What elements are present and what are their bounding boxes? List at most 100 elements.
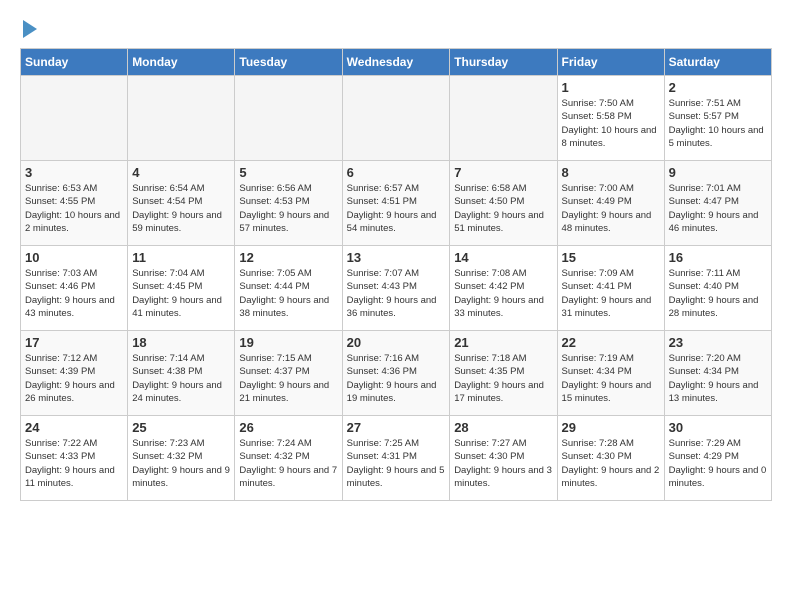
day-info: Sunrise: 7:25 AM Sunset: 4:31 PM Dayligh… xyxy=(347,437,446,490)
calendar-cell: 4 Sunrise: 6:54 AM Sunset: 4:54 PM Daylig… xyxy=(128,161,235,246)
day-info: Sunrise: 7:08 AM Sunset: 4:42 PM Dayligh… xyxy=(454,267,552,320)
calendar-cell: 8Sunrise: 7:00 AM Sunset: 4:49 PM Daylig… xyxy=(557,161,664,246)
day-number: 9 xyxy=(669,165,767,180)
day-info: Sunrise: 7:18 AM Sunset: 4:35 PM Dayligh… xyxy=(454,352,552,405)
column-header-wednesday: Wednesday xyxy=(342,49,450,76)
day-number: 25 xyxy=(132,420,230,435)
calendar-cell xyxy=(128,76,235,161)
day-info: Sunrise: 7:20 AM Sunset: 4:34 PM Dayligh… xyxy=(669,352,767,405)
calendar-cell: 1 Sunrise: 7:50 AM Sunset: 5:58 PM Daylig… xyxy=(557,76,664,161)
calendar-cell: 30 Sunrise: 7:29 AM Sunset: 4:29 PM Dayli… xyxy=(664,416,771,501)
calendar-cell: 28 Sunrise: 7:27 AM Sunset: 4:30 PM Dayli… xyxy=(450,416,557,501)
day-number: 10 xyxy=(25,250,123,265)
day-number: 2 xyxy=(669,80,767,95)
day-number: 13 xyxy=(347,250,446,265)
day-info: Sunrise: 6:56 AM Sunset: 4:53 PM Dayligh… xyxy=(239,182,337,235)
day-number: 5 xyxy=(239,165,337,180)
day-info: Sunrise: 6:53 AM Sunset: 4:55 PM Dayligh… xyxy=(25,182,123,235)
calendar-cell: 2 Sunrise: 7:51 AM Sunset: 5:57 PM Daylig… xyxy=(664,76,771,161)
day-info: Sunrise: 6:54 AM Sunset: 4:54 PM Dayligh… xyxy=(132,182,230,235)
calendar-cell: 27 Sunrise: 7:25 AM Sunset: 4:31 PM Dayli… xyxy=(342,416,450,501)
calendar-cell: 17 Sunrise: 7:12 AM Sunset: 4:39 PM Dayli… xyxy=(21,331,128,416)
calendar-cell: 20 Sunrise: 7:16 AM Sunset: 4:36 PM Dayli… xyxy=(342,331,450,416)
day-info: Sunrise: 7:11 AM Sunset: 4:40 PM Dayligh… xyxy=(669,267,767,320)
day-info: Sunrise: 7:16 AM Sunset: 4:36 PM Dayligh… xyxy=(347,352,446,405)
column-header-monday: Monday xyxy=(128,49,235,76)
day-number: 28 xyxy=(454,420,552,435)
calendar-cell xyxy=(235,76,342,161)
calendar-cell: 25 Sunrise: 7:23 AM Sunset: 4:32 PM Dayli… xyxy=(128,416,235,501)
calendar-cell: 3 Sunrise: 6:53 AM Sunset: 4:55 PM Daylig… xyxy=(21,161,128,246)
calendar-cell xyxy=(342,76,450,161)
calendar-cell: 9 Sunrise: 7:01 AM Sunset: 4:47 PM Daylig… xyxy=(664,161,771,246)
calendar-cell: 26 Sunrise: 7:24 AM Sunset: 4:32 PM Dayli… xyxy=(235,416,342,501)
day-info: Sunrise: 7:03 AM Sunset: 4:46 PM Dayligh… xyxy=(25,267,123,320)
day-number: 27 xyxy=(347,420,446,435)
day-info: Sunrise: 7:09 AM Sunset: 4:41 PM Dayligh… xyxy=(562,267,660,320)
day-number: 7 xyxy=(454,165,552,180)
day-info: Sunrise: 7:07 AM Sunset: 4:43 PM Dayligh… xyxy=(347,267,446,320)
calendar-cell: 24Sunrise: 7:22 AM Sunset: 4:33 PM Dayli… xyxy=(21,416,128,501)
day-number: 3 xyxy=(25,165,123,180)
calendar-cell: 29Sunrise: 7:28 AM Sunset: 4:30 PM Dayli… xyxy=(557,416,664,501)
calendar-cell: 14 Sunrise: 7:08 AM Sunset: 4:42 PM Dayli… xyxy=(450,246,557,331)
column-header-tuesday: Tuesday xyxy=(235,49,342,76)
day-number: 1 xyxy=(562,80,660,95)
column-header-sunday: Sunday xyxy=(21,49,128,76)
day-number: 26 xyxy=(239,420,337,435)
calendar-cell: 22 Sunrise: 7:19 AM Sunset: 4:34 PM Dayli… xyxy=(557,331,664,416)
day-number: 30 xyxy=(669,420,767,435)
logo-arrow-icon xyxy=(23,20,37,38)
day-info: Sunrise: 7:24 AM Sunset: 4:32 PM Dayligh… xyxy=(239,437,337,490)
day-number: 20 xyxy=(347,335,446,350)
calendar-cell: 11Sunrise: 7:04 AM Sunset: 4:45 PM Dayli… xyxy=(128,246,235,331)
calendar-cell: 19 Sunrise: 7:15 AM Sunset: 4:37 PM Dayli… xyxy=(235,331,342,416)
day-number: 21 xyxy=(454,335,552,350)
calendar-week-row: 3 Sunrise: 6:53 AM Sunset: 4:55 PM Daylig… xyxy=(21,161,772,246)
calendar-cell: 13 Sunrise: 7:07 AM Sunset: 4:43 PM Dayli… xyxy=(342,246,450,331)
day-info: Sunrise: 7:51 AM Sunset: 5:57 PM Dayligh… xyxy=(669,97,767,150)
calendar-cell xyxy=(450,76,557,161)
day-number: 6 xyxy=(347,165,446,180)
calendar-cell xyxy=(21,76,128,161)
day-number: 15 xyxy=(562,250,660,265)
day-info: Sunrise: 7:29 AM Sunset: 4:29 PM Dayligh… xyxy=(669,437,767,490)
calendar-cell: 23Sunrise: 7:20 AM Sunset: 4:34 PM Dayli… xyxy=(664,331,771,416)
day-info: Sunrise: 7:04 AM Sunset: 4:45 PM Dayligh… xyxy=(132,267,230,320)
day-number: 12 xyxy=(239,250,337,265)
column-header-thursday: Thursday xyxy=(450,49,557,76)
day-info: Sunrise: 7:27 AM Sunset: 4:30 PM Dayligh… xyxy=(454,437,552,490)
calendar-week-row: 17 Sunrise: 7:12 AM Sunset: 4:39 PM Dayli… xyxy=(21,331,772,416)
day-number: 4 xyxy=(132,165,230,180)
day-info: Sunrise: 7:50 AM Sunset: 5:58 PM Dayligh… xyxy=(562,97,660,150)
calendar-cell: 10 Sunrise: 7:03 AM Sunset: 4:46 PM Dayli… xyxy=(21,246,128,331)
calendar-cell: 12Sunrise: 7:05 AM Sunset: 4:44 PM Dayli… xyxy=(235,246,342,331)
page-header xyxy=(20,20,772,38)
calendar-table: SundayMondayTuesdayWednesdayThursdayFrid… xyxy=(20,48,772,501)
day-info: Sunrise: 7:15 AM Sunset: 4:37 PM Dayligh… xyxy=(239,352,337,405)
logo xyxy=(20,20,37,38)
calendar-cell: 16Sunrise: 7:11 AM Sunset: 4:40 PM Dayli… xyxy=(664,246,771,331)
calendar-cell: 7Sunrise: 6:58 AM Sunset: 4:50 PM Daylig… xyxy=(450,161,557,246)
day-info: Sunrise: 6:57 AM Sunset: 4:51 PM Dayligh… xyxy=(347,182,446,235)
day-info: Sunrise: 7:23 AM Sunset: 4:32 PM Dayligh… xyxy=(132,437,230,490)
calendar-cell: 5 Sunrise: 6:56 AM Sunset: 4:53 PM Daylig… xyxy=(235,161,342,246)
day-info: Sunrise: 7:12 AM Sunset: 4:39 PM Dayligh… xyxy=(25,352,123,405)
day-number: 19 xyxy=(239,335,337,350)
day-number: 22 xyxy=(562,335,660,350)
day-number: 8 xyxy=(562,165,660,180)
day-info: Sunrise: 7:14 AM Sunset: 4:38 PM Dayligh… xyxy=(132,352,230,405)
column-header-saturday: Saturday xyxy=(664,49,771,76)
day-number: 17 xyxy=(25,335,123,350)
day-number: 29 xyxy=(562,420,660,435)
column-header-friday: Friday xyxy=(557,49,664,76)
day-number: 24 xyxy=(25,420,123,435)
day-info: Sunrise: 7:19 AM Sunset: 4:34 PM Dayligh… xyxy=(562,352,660,405)
calendar-week-row: 10 Sunrise: 7:03 AM Sunset: 4:46 PM Dayli… xyxy=(21,246,772,331)
day-info: Sunrise: 7:01 AM Sunset: 4:47 PM Dayligh… xyxy=(669,182,767,235)
calendar-cell: 21 Sunrise: 7:18 AM Sunset: 4:35 PM Dayli… xyxy=(450,331,557,416)
day-number: 14 xyxy=(454,250,552,265)
calendar-cell: 15 Sunrise: 7:09 AM Sunset: 4:41 PM Dayli… xyxy=(557,246,664,331)
calendar-week-row: 1 Sunrise: 7:50 AM Sunset: 5:58 PM Daylig… xyxy=(21,76,772,161)
calendar-cell: 18Sunrise: 7:14 AM Sunset: 4:38 PM Dayli… xyxy=(128,331,235,416)
